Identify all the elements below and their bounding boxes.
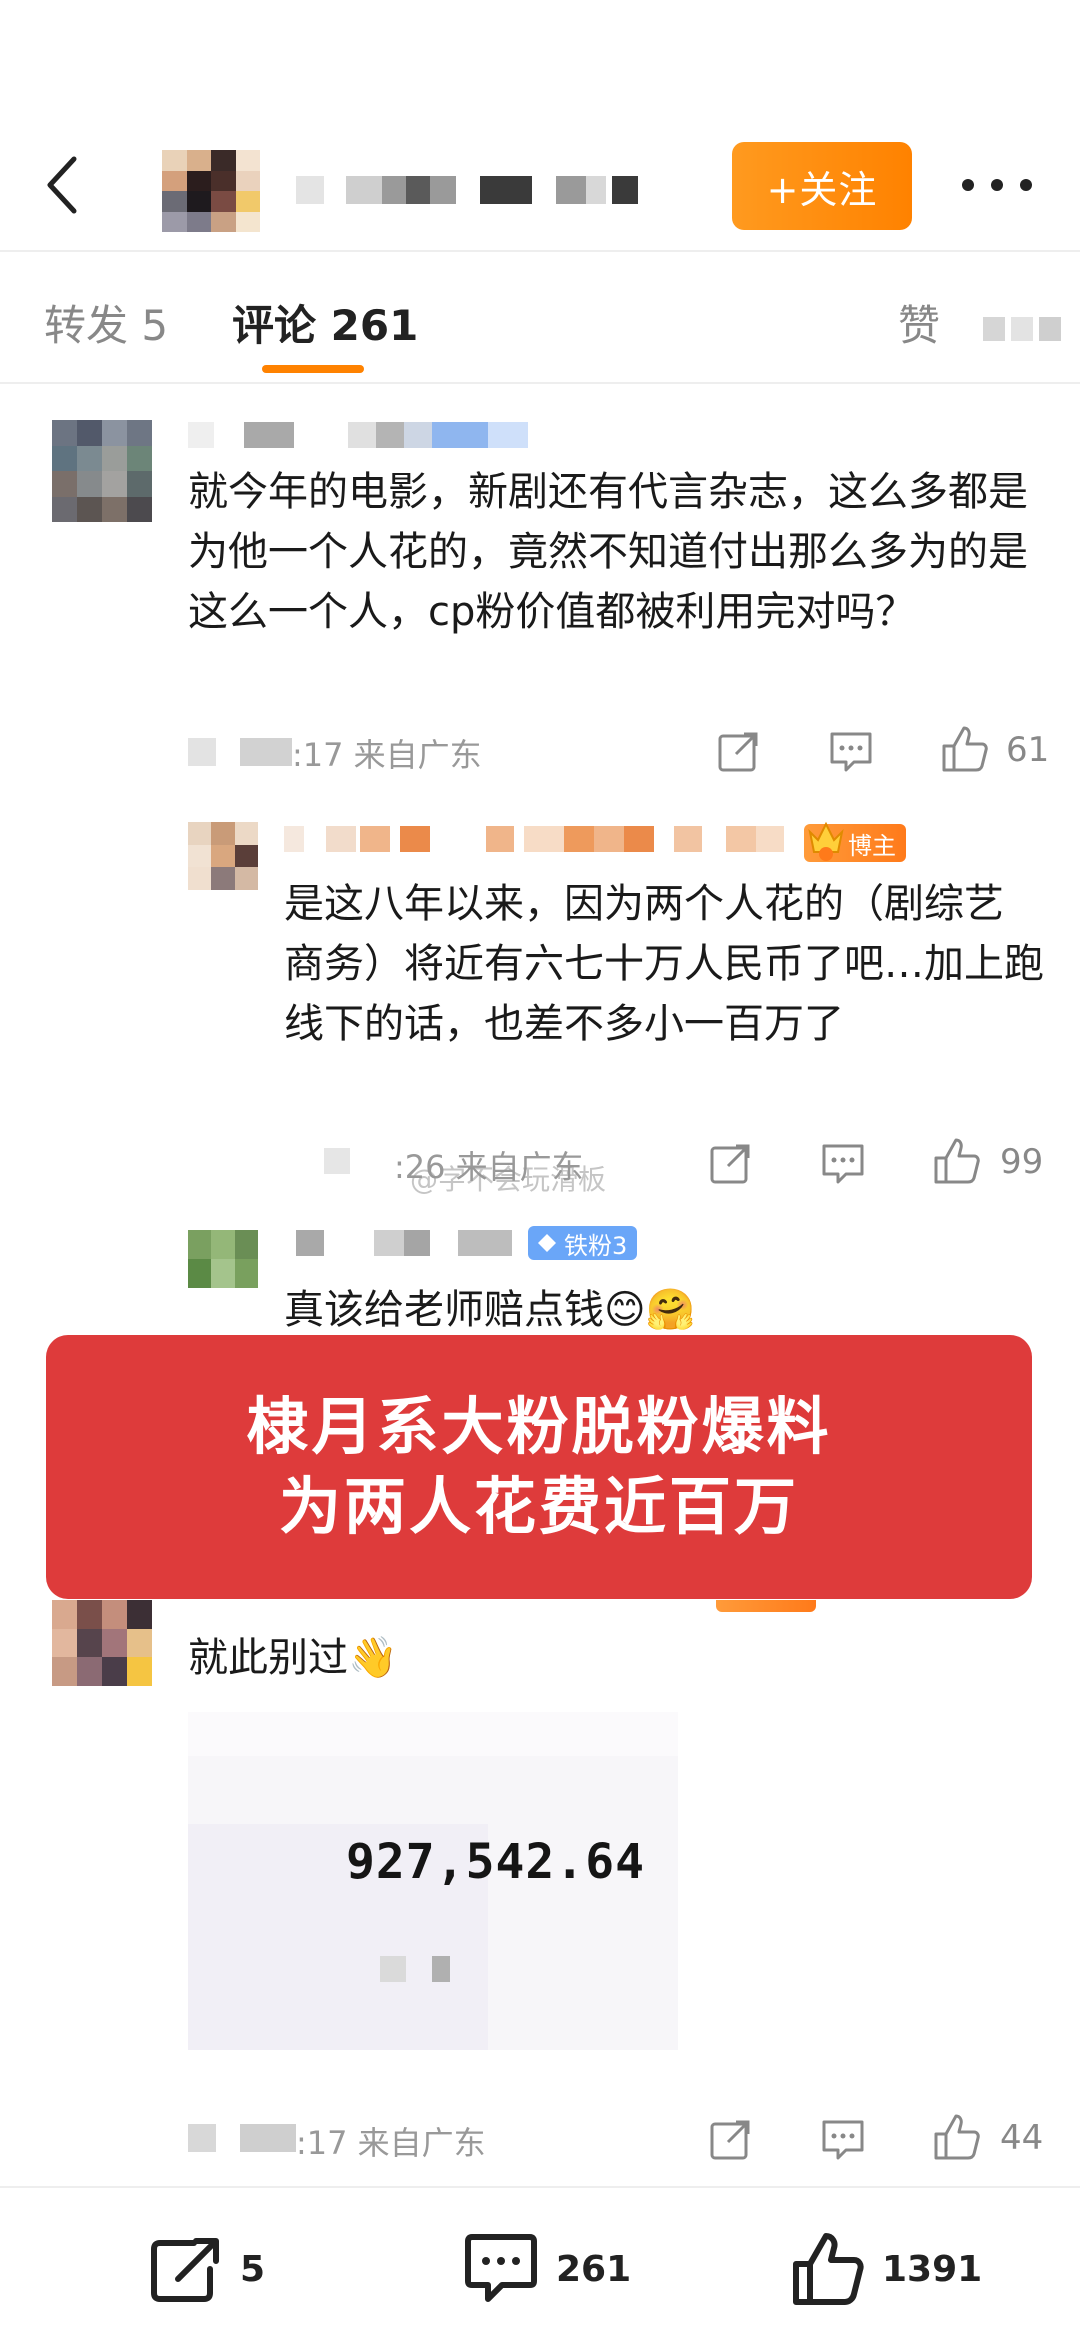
blogger-badge: 博主 bbox=[804, 821, 906, 862]
commenter-avatar[interactable] bbox=[188, 822, 258, 890]
thumbs-up-icon bbox=[793, 2233, 864, 2305]
author-avatar[interactable] bbox=[162, 150, 260, 232]
tab-comments[interactable]: 评论 261 bbox=[232, 292, 418, 353]
follow-button[interactable]: +关注 bbox=[732, 142, 912, 230]
comment-icon bbox=[465, 2234, 537, 2302]
iron-fan-badge: 铁粉3 bbox=[528, 1226, 638, 1260]
thumbs-up-icon[interactable] bbox=[940, 724, 990, 774]
iron-fan-badge-label: 铁粉3 bbox=[564, 1231, 628, 1260]
comment-like-count: 44 bbox=[1000, 2118, 1044, 2158]
banner-line-1: 棣月系大粉脱粉爆料 bbox=[246, 1390, 832, 1463]
comment-meta: :17 来自广东 bbox=[292, 736, 482, 774]
reply-icon[interactable] bbox=[828, 728, 874, 774]
more-dot-icon bbox=[1020, 179, 1032, 191]
bottom-action-bar: 5 261 1391 bbox=[0, 2186, 1080, 2352]
blogger-badge-label: 博主 bbox=[848, 831, 896, 860]
repost-count: 5 bbox=[240, 2248, 266, 2290]
comment-text: 是这八年以来，因为两个人花的（剧综艺 商务）将近有六七十万人民币了吧…加上跑线下… bbox=[284, 881, 1044, 1047]
like-button[interactable]: 1391 bbox=[790, 2228, 982, 2310]
repost-icon[interactable] bbox=[708, 1140, 754, 1186]
repost-icon[interactable] bbox=[716, 728, 762, 774]
diamond-icon bbox=[538, 1234, 556, 1252]
repost-button[interactable]: 5 bbox=[148, 2228, 265, 2310]
repost-icon bbox=[151, 2238, 219, 2302]
comment-image[interactable]: 927,542.64 bbox=[188, 1712, 678, 2050]
comment-meta: :17 来自广东 bbox=[296, 2124, 486, 2162]
commenter-avatar[interactable] bbox=[52, 1600, 152, 1686]
tab-bar: 转发 5 评论 261 赞 bbox=[0, 252, 1080, 382]
commenter-avatar[interactable] bbox=[52, 420, 152, 522]
tab-repost[interactable]: 转发 5 bbox=[44, 292, 168, 353]
chevron-left-icon bbox=[47, 156, 77, 214]
more-dot-icon bbox=[962, 179, 974, 191]
comment-text: 就此别过👋 bbox=[188, 1635, 398, 1681]
thumbs-up-icon[interactable] bbox=[932, 1136, 982, 1186]
back-button[interactable] bbox=[36, 150, 86, 220]
image-amount-text: 927,542.64 bbox=[346, 1834, 645, 1890]
likes-count-blurred bbox=[1011, 316, 1034, 341]
comment-button[interactable]: 261 bbox=[462, 2228, 631, 2310]
comment-count: 261 bbox=[556, 2248, 632, 2290]
commenter-avatar[interactable] bbox=[188, 1230, 258, 1288]
likes-count-blurred bbox=[1039, 316, 1062, 341]
reply-icon[interactable] bbox=[820, 1140, 866, 1186]
thumbs-up-icon[interactable] bbox=[932, 2112, 982, 2162]
like-count: 1391 bbox=[882, 2248, 983, 2290]
comment-like-count: 61 bbox=[1006, 730, 1050, 770]
repost-icon[interactable] bbox=[708, 2116, 754, 2162]
headline-banner: 棣月系大粉脱粉爆料 为两人花费近百万 bbox=[46, 1335, 1032, 1599]
reply-icon[interactable] bbox=[820, 2116, 866, 2162]
tabs-divider bbox=[0, 382, 1080, 384]
tab-likes-label: 赞 bbox=[898, 301, 941, 350]
comment-like-count: 99 bbox=[1000, 1142, 1044, 1182]
comment-text: 真该给老师赔点钱😊🤗 bbox=[284, 1287, 696, 1333]
tab-likes[interactable]: 赞 bbox=[898, 292, 1062, 353]
watermark-text: @字不会玩滑板 bbox=[410, 1163, 607, 1196]
likes-count-blurred bbox=[983, 316, 1006, 341]
active-tab-indicator bbox=[262, 365, 364, 373]
crown-badge-icon bbox=[808, 821, 844, 861]
top-header: +关注 bbox=[0, 0, 1080, 250]
author-name-blurred[interactable] bbox=[296, 176, 638, 204]
banner-line-2: 为两人花费近百万 bbox=[278, 1470, 799, 1543]
more-dot-icon bbox=[991, 179, 1003, 191]
more-options-button[interactable] bbox=[962, 165, 1032, 205]
comment-text: 就今年的电影，新剧还有代言杂志，这么多都是为他一个人花的，竟然不知道付出那么多为… bbox=[188, 469, 1028, 635]
